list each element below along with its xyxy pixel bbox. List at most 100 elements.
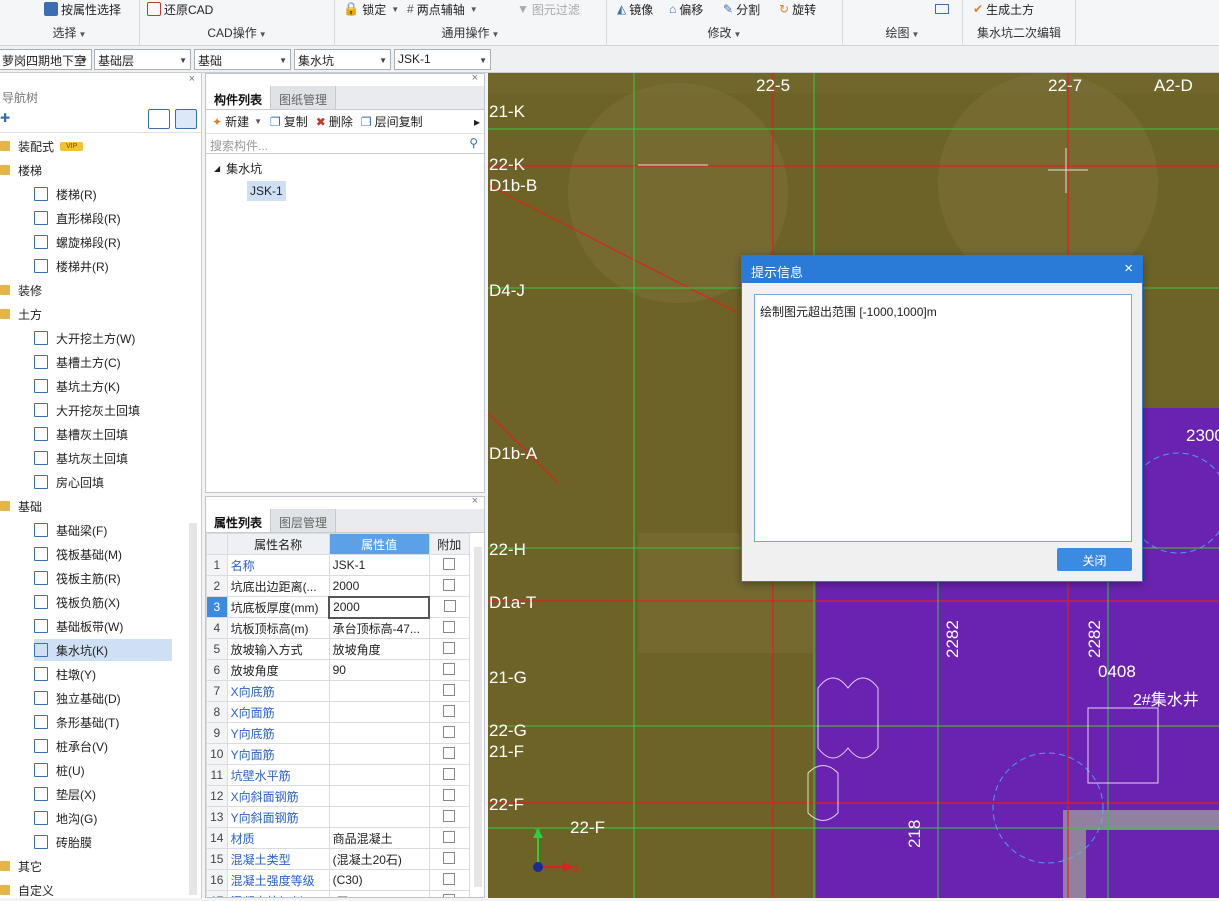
tree-node-jsk1[interactable]: JSK-1 — [247, 181, 286, 201]
table-row[interactable]: 1 名称 JSK-1 — [206, 554, 471, 576]
nav-folder[interactable]: 土方 — [0, 303, 42, 325]
sidebar-item[interactable]: 螺旋梯段(R) — [34, 231, 121, 253]
nav-scrollbar[interactable] — [189, 523, 197, 895]
attach-checkbox[interactable] — [443, 662, 456, 675]
sidebar-item[interactable]: 桩(U) — [34, 759, 85, 781]
element-filter-button[interactable]: ▼ 图元过滤 — [517, 0, 580, 18]
property-value[interactable]: (C30) — [328, 869, 430, 891]
sidebar-item[interactable]: 砖胎膜 — [34, 831, 92, 853]
type-combo[interactable]: 集水坑 ▼ — [294, 49, 391, 70]
table-row[interactable]: 3 坑底板厚度(mm) 2000 — [206, 595, 471, 619]
property-value[interactable] — [328, 722, 430, 744]
project-combo[interactable]: 萝岗四期地下室 ▼ — [0, 49, 92, 70]
property-value[interactable]: 2000 — [328, 575, 430, 597]
props-scrollbar[interactable] — [474, 547, 482, 887]
attach-checkbox[interactable] — [443, 830, 456, 843]
sidebar-item[interactable]: 独立基础(D) — [34, 687, 121, 709]
table-row[interactable]: 16 混凝土强度等级 (C30) — [206, 869, 471, 891]
rect-draw-button[interactable] — [935, 0, 949, 18]
sidebar-item[interactable]: 直形梯段(R) — [34, 207, 121, 229]
sidebar-item[interactable]: 基础梁(F) — [34, 519, 107, 541]
attach-checkbox[interactable] — [443, 578, 456, 591]
nav-folder[interactable]: 装修 — [0, 279, 42, 301]
table-row[interactable]: 17混凝土外加剂(无) — [206, 890, 471, 897]
split-button[interactable]: ✎ 分割 — [723, 0, 760, 18]
attach-checkbox[interactable] — [443, 620, 456, 633]
copy-button[interactable]: ❐ 复制 — [270, 113, 308, 130]
attach-checkbox[interactable] — [443, 767, 456, 780]
property-value[interactable] — [328, 680, 430, 702]
property-value[interactable]: 承台顶标高-47... — [328, 617, 430, 639]
tab-layer-management[interactable]: 图层管理 — [271, 509, 337, 532]
close-icon[interactable]: × — [1124, 260, 1133, 277]
component-search-input[interactable]: 搜索构件... ⚲ — [206, 134, 484, 154]
property-value[interactable]: 90 — [328, 659, 430, 681]
sidebar-item[interactable]: 垫层(X) — [34, 783, 96, 805]
dialog-close-button[interactable]: 关闭 — [1057, 548, 1132, 571]
sidebar-item[interactable]: 筏板主筋(R) — [34, 567, 121, 589]
new-button[interactable]: ✦ 新建 ▼ — [212, 113, 262, 130]
more-icon[interactable]: ▸ — [474, 115, 480, 129]
table-row[interactable]: 15 混凝土类型 (混凝土20石) — [206, 848, 471, 870]
close-icon[interactable]: × — [472, 72, 478, 84]
tree-node-pit[interactable]: ◢ 集水坑 — [214, 160, 262, 177]
sidebar-item[interactable]: 楼梯井(R) — [34, 255, 109, 277]
nav-folder[interactable]: 装配式 VIP — [0, 135, 84, 157]
lock-button[interactable]: 🔒 锁定 ▼ — [343, 0, 399, 18]
property-value[interactable]: 放坡角度 — [328, 638, 430, 660]
attach-checkbox[interactable] — [443, 641, 456, 654]
table-row[interactable]: 8 X向面筋 — [206, 701, 471, 723]
mirror-button[interactable]: ◭ 镜像 — [617, 0, 653, 18]
property-value[interactable]: 2000 — [328, 595, 431, 619]
sidebar-item[interactable]: 桩承台(V) — [34, 735, 108, 757]
sidebar-item[interactable]: 基坑灰土回填 — [34, 447, 128, 469]
component-combo[interactable]: JSK-1 ▼ — [394, 49, 491, 70]
table-row[interactable]: 6 放坡角度 90 — [206, 659, 471, 681]
delete-button[interactable]: ✖ 删除 — [316, 113, 353, 130]
offset-button[interactable]: ⌂ 偏移 — [669, 0, 703, 18]
attach-checkbox[interactable] — [443, 809, 456, 822]
attach-checkbox[interactable] — [443, 893, 456, 897]
nav-folder[interactable]: 基础 — [0, 495, 42, 517]
two-point-axis-button[interactable]: # 两点辅轴 ▼ — [407, 0, 478, 18]
sidebar-item[interactable]: 柱墩(Y) — [34, 663, 96, 685]
restore-cad-button[interactable]: 还原CAD — [147, 0, 213, 18]
attach-checkbox[interactable] — [443, 746, 456, 759]
nav-folder[interactable]: 其它 — [0, 855, 42, 877]
list-view-icon[interactable] — [148, 109, 170, 129]
attach-checkbox[interactable] — [443, 872, 456, 885]
table-row[interactable]: 5 放坡输入方式 放坡角度 — [206, 638, 471, 660]
table-row[interactable]: 4 坑板顶标高(m) 承台顶标高-47... — [206, 617, 471, 639]
attach-checkbox[interactable] — [443, 683, 456, 696]
select-by-property-button[interactable]: 按属性选择 — [44, 0, 121, 18]
sidebar-item[interactable]: 基槽灰土回填 — [34, 423, 128, 445]
property-value[interactable] — [328, 764, 430, 786]
category-combo[interactable]: 基础 ▼ — [194, 49, 291, 70]
add-icon[interactable]: ✚ — [0, 111, 10, 125]
property-value[interactable] — [328, 743, 430, 765]
tab-property-list[interactable]: 属性列表 — [206, 509, 272, 532]
table-row[interactable]: 7 X向底筋 — [206, 680, 471, 702]
sidebar-item[interactable]: 大开挖土方(W) — [34, 327, 135, 349]
table-row[interactable]: 11 坑壁水平筋 — [206, 764, 471, 786]
property-value[interactable]: (混凝土20石) — [328, 848, 430, 870]
floor-combo[interactable]: 基础层 ▼ — [94, 49, 191, 70]
table-row[interactable]: 2 坑底出边距离(... 2000 — [206, 575, 471, 597]
property-value[interactable] — [328, 806, 430, 828]
generate-earthwork-button[interactable]: ✔ 生成土方 — [973, 0, 1034, 18]
sidebar-item[interactable]: 筏板基础(M) — [34, 543, 122, 565]
property-value[interactable]: 商品混凝土 — [328, 827, 430, 849]
close-icon[interactable]: × — [189, 73, 195, 85]
table-row[interactable]: 10 Y向面筋 — [206, 743, 471, 765]
tab-component-list[interactable]: 构件列表 — [206, 86, 272, 109]
table-row[interactable]: 12 X向斜面钢筋 — [206, 785, 471, 807]
sidebar-item[interactable]: 条形基础(T) — [34, 711, 119, 733]
attach-checkbox[interactable] — [443, 704, 456, 717]
detail-view-icon[interactable] — [175, 109, 197, 129]
floor-copy-button[interactable]: ❐ 层间复制 — [361, 113, 423, 130]
table-row[interactable]: 9 Y向底筋 — [206, 722, 471, 744]
sidebar-item[interactable]: 基槽土方(C) — [34, 351, 121, 373]
sidebar-item[interactable]: 房心回填 — [34, 471, 104, 493]
table-row[interactable]: 14 材质 商品混凝土 — [206, 827, 471, 849]
property-value[interactable]: JSK-1 — [328, 554, 430, 576]
